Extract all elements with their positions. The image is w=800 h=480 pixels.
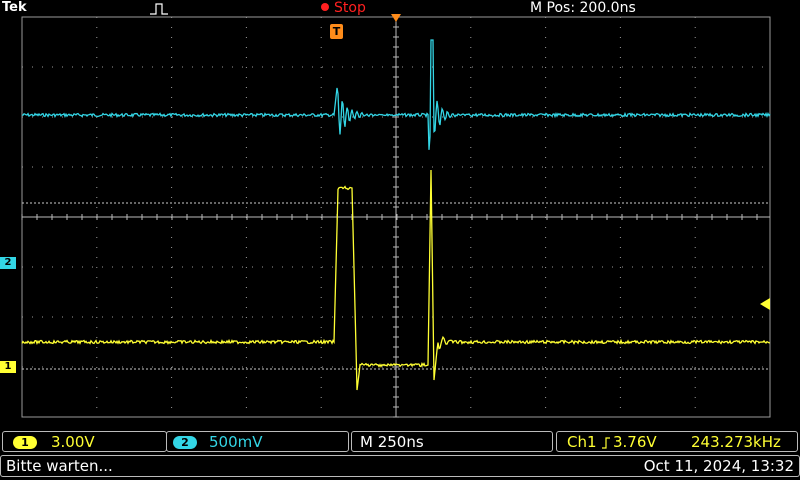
status-bar: Bitte warten... Oct 11, 2024, 13:32: [0, 455, 800, 477]
ch1-readout-panel[interactable]: 1 3.00V: [2, 431, 167, 452]
brand-logo: Tek: [2, 0, 27, 15]
graticule: [21, 16, 771, 418]
timebase: M 250ns: [360, 433, 424, 451]
trigger-readout-panel[interactable]: Ch1 3.76V 243.273kHz: [556, 431, 798, 452]
trigger-level-marker-icon[interactable]: [760, 298, 770, 310]
stop-indicator-icon: [321, 3, 329, 11]
ch1-chip: 1: [13, 436, 37, 449]
trigger-position-marker-icon[interactable]: [391, 14, 401, 22]
trigger-marker-label: T: [332, 25, 341, 38]
rising-edge-icon: [602, 437, 610, 449]
ch1-scale: 3.00V: [51, 433, 95, 451]
ch2-chip: 2: [173, 436, 197, 449]
ch2-scale: 500mV: [209, 433, 263, 451]
date-time: Oct 11, 2024, 13:32: [643, 457, 794, 475]
frequency: 243.273kHz: [691, 433, 781, 451]
status-message: Bitte warten...: [6, 457, 113, 475]
ch2-marker-label: 2: [4, 257, 12, 268]
pulse-trigger-icon: [150, 3, 168, 15]
ch1-ground-marker[interactable]: 1: [0, 361, 16, 373]
trigger-source: Ch1: [567, 433, 597, 451]
horizontal-position: M Pos: 200.0ns: [530, 0, 636, 16]
top-status-bar: Tek Stop M Pos: 200.0ns: [0, 0, 800, 22]
trigger-marker[interactable]: T: [330, 24, 343, 39]
trigger-level: 3.76V: [613, 433, 657, 451]
timebase-readout-panel[interactable]: M 250ns: [351, 431, 553, 452]
ch2-ground-marker[interactable]: 2: [0, 257, 16, 269]
acquisition-state: Stop: [334, 0, 366, 16]
waveform-display: [21, 16, 771, 418]
ch1-marker-label: 1: [4, 361, 12, 372]
ch2-readout-panel[interactable]: 2 500mV: [166, 431, 349, 452]
